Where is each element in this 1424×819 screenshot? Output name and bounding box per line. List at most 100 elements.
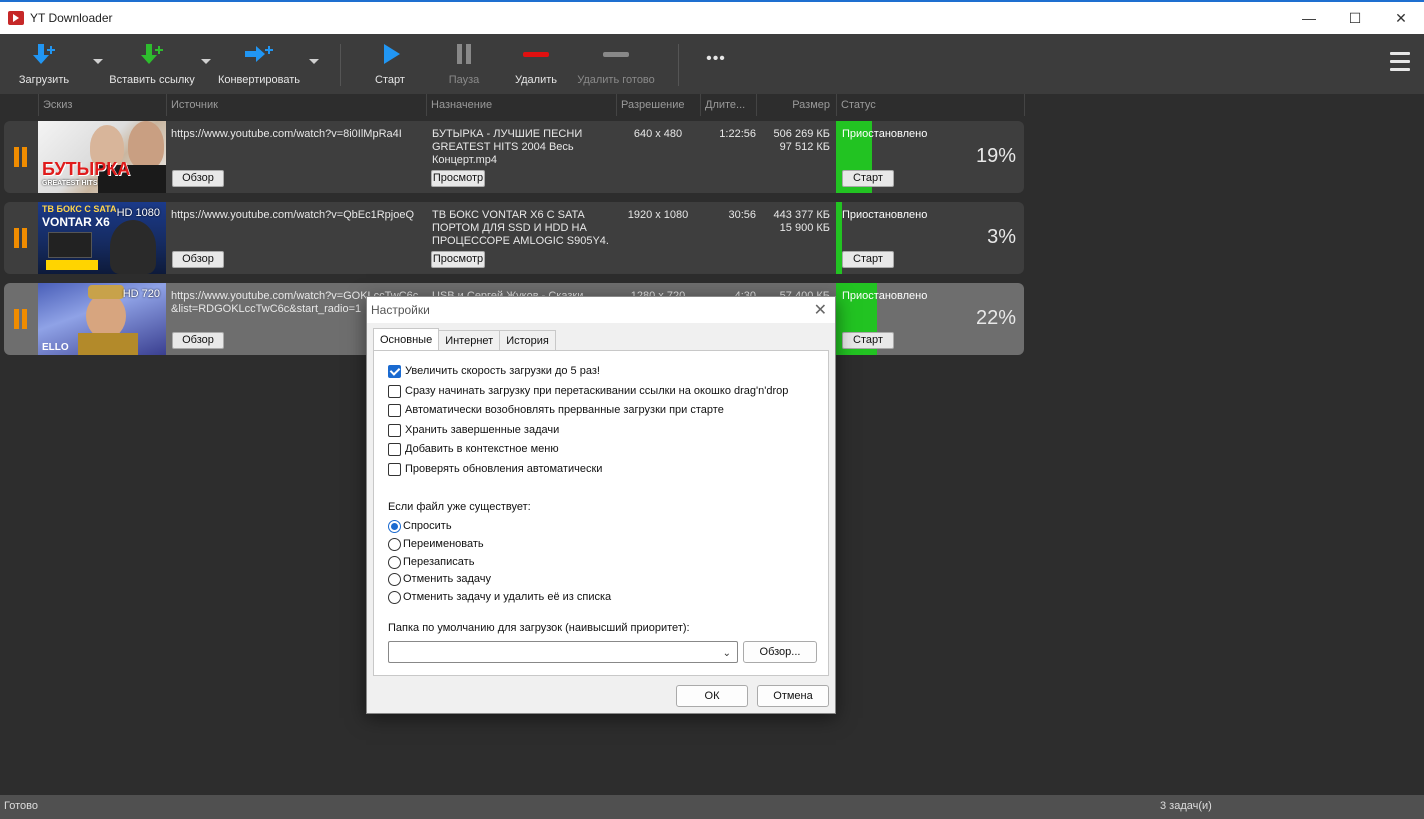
row-start-button[interactable]: Старт bbox=[842, 332, 894, 349]
radio-icon[interactable] bbox=[388, 519, 401, 533]
thumbnail-banner bbox=[46, 260, 98, 270]
pause-label: Пауза bbox=[448, 74, 480, 86]
checkbox-label: Проверять обновления автоматически bbox=[405, 463, 603, 475]
dialog-title: Настройки bbox=[367, 297, 835, 323]
tab-internet[interactable]: Интернет bbox=[438, 330, 501, 350]
column-headers: Эскиз Источник Назначение Разрешение Дли… bbox=[0, 94, 1424, 116]
checkbox-icon[interactable] bbox=[388, 462, 401, 476]
resolution: 640 x 480 bbox=[633, 128, 683, 140]
col-size[interactable]: Размер bbox=[756, 94, 836, 116]
thumbnail-hat bbox=[88, 285, 124, 299]
title-bar: YT Downloader — ☐ ✕ bbox=[0, 0, 1424, 34]
thumbnail-jacket bbox=[78, 333, 138, 355]
checkbox-label: Увеличить скорость загрузки до 5 раз! bbox=[405, 365, 600, 377]
convert-dropdown-icon[interactable] bbox=[309, 59, 319, 64]
checkbox-icon[interactable] bbox=[388, 403, 401, 417]
start-button[interactable]: Старт bbox=[368, 34, 412, 94]
default-folder-combo[interactable]: ⌄ bbox=[388, 641, 738, 663]
dialog-close-icon[interactable]: ✕ bbox=[814, 300, 827, 320]
thumbnail-caption: VONTAR X6 bbox=[42, 215, 110, 229]
progress-percent: 3% bbox=[987, 226, 1016, 248]
destination: БУТЫРКА - ЛУЧШИЕ ПЕСНИ GREATEST HITS 200… bbox=[432, 128, 618, 167]
tab-general[interactable]: Основные bbox=[373, 328, 440, 350]
tab-history[interactable]: История bbox=[499, 330, 556, 350]
col-resolution[interactable]: Разрешение bbox=[616, 94, 700, 116]
maximize-button[interactable]: ☐ bbox=[1332, 2, 1378, 34]
delete-done-label: Удалить готово bbox=[577, 74, 655, 86]
browse-button[interactable]: Обзор bbox=[172, 332, 224, 349]
paste-link-dropdown-icon[interactable] bbox=[201, 59, 211, 64]
delete-done-button[interactable]: Удалить готово bbox=[572, 34, 660, 94]
col-source[interactable]: Источник bbox=[166, 94, 426, 116]
preview-button[interactable]: Просмотр bbox=[431, 170, 485, 187]
pause-icon[interactable] bbox=[12, 309, 30, 329]
default-folder-label: Папка по умолчанию для загрузок (наивысш… bbox=[388, 622, 690, 634]
convert-button[interactable]: Конвертировать bbox=[214, 34, 304, 94]
status-bar: Готово 3 задач(и) bbox=[0, 795, 1424, 819]
minimize-button[interactable]: — bbox=[1286, 2, 1332, 34]
radio-rename[interactable]: Переименовать bbox=[388, 536, 484, 552]
checkbox-label: Сразу начинать загрузку при перетаскиван… bbox=[405, 385, 789, 397]
pause-button[interactable]: Пауза bbox=[442, 34, 486, 94]
radio-icon[interactable] bbox=[388, 572, 401, 586]
pause-icon[interactable] bbox=[12, 147, 30, 167]
duration: 30:56 bbox=[728, 209, 756, 221]
download-dropdown-icon[interactable] bbox=[93, 59, 103, 64]
browse-button[interactable]: Обзор bbox=[172, 251, 224, 268]
more-button[interactable]: ••• bbox=[696, 34, 736, 94]
pause-icon bbox=[444, 42, 484, 72]
resolution: 1920 x 1080 bbox=[627, 209, 689, 221]
row-start-button[interactable]: Старт bbox=[842, 251, 894, 268]
radio-label: Переименовать bbox=[403, 538, 484, 550]
delete-button[interactable]: Удалить bbox=[510, 34, 562, 94]
checkbox-icon[interactable] bbox=[388, 423, 401, 437]
checkbox-keep-completed[interactable]: Хранить завершенные задачи bbox=[388, 422, 559, 438]
window-title: YT Downloader bbox=[30, 11, 113, 25]
download-label: Загрузить bbox=[18, 74, 70, 86]
checkbox-icon[interactable] bbox=[388, 442, 401, 456]
checkbox-icon[interactable] bbox=[388, 384, 401, 398]
col-duration[interactable]: Длите... bbox=[700, 94, 756, 116]
chevron-down-icon[interactable]: ⌄ bbox=[723, 648, 731, 659]
table-row[interactable]: ТВ БОКС С SATA VONTAR X6 HD 1080 https:/… bbox=[4, 202, 1024, 274]
menu-icon[interactable] bbox=[1390, 52, 1410, 74]
source-url: https://www.youtube.com/watch?v=QbEc1Rpj… bbox=[171, 209, 415, 221]
destination-line: ТВ БОКС VONTAR X6 С SATA bbox=[432, 209, 585, 221]
radio-icon[interactable] bbox=[388, 537, 401, 551]
paste-link-button[interactable]: Вставить ссылку bbox=[106, 34, 198, 94]
col-dest[interactable]: Назначение bbox=[426, 94, 616, 116]
checkbox-label: Добавить в контекстное меню bbox=[405, 443, 559, 455]
checkbox-icon[interactable] bbox=[388, 364, 401, 378]
ok-button[interactable]: ОК bbox=[676, 685, 748, 707]
checkbox-speed-boost[interactable]: Увеличить скорость загрузки до 5 раз! bbox=[388, 363, 600, 379]
thumbnail-caption: GREATEST HITS bbox=[42, 180, 98, 187]
table-row[interactable]: БУТЫРКА GREATEST HITS https://www.youtub… bbox=[4, 121, 1024, 193]
folder-browse-button[interactable]: Обзор... bbox=[743, 641, 817, 663]
checkbox-auto-update[interactable]: Проверять обновления автоматически bbox=[388, 461, 602, 477]
row-start-button[interactable]: Старт bbox=[842, 170, 894, 187]
checkbox-auto-resume[interactable]: Автоматически возобновлять прерванные за… bbox=[388, 402, 724, 418]
radio-ask[interactable]: Спросить bbox=[388, 518, 452, 534]
col-thumb[interactable]: Эскиз bbox=[38, 94, 166, 116]
size: 506 269 КБ 97 512 КБ bbox=[756, 128, 830, 154]
radio-overwrite[interactable]: Перезаписать bbox=[388, 554, 474, 570]
download-button[interactable]: Загрузить bbox=[12, 34, 76, 94]
preview-button[interactable]: Просмотр bbox=[431, 251, 485, 268]
radio-icon[interactable] bbox=[388, 590, 401, 604]
radio-icon[interactable] bbox=[388, 555, 401, 569]
checkbox-context-menu[interactable]: Добавить в контекстное меню bbox=[388, 441, 559, 457]
start-label: Старт bbox=[375, 74, 405, 86]
close-window-button[interactable]: ✕ bbox=[1378, 2, 1424, 34]
col-status[interactable]: Статус bbox=[836, 94, 1024, 116]
size-done: 97 512 КБ bbox=[779, 141, 830, 153]
radio-cancel-remove[interactable]: Отменить задачу и удалить её из списка bbox=[388, 589, 611, 605]
status-text: Приостановлено bbox=[842, 209, 928, 221]
more-icon: ••• bbox=[706, 50, 726, 67]
radio-cancel-task[interactable]: Отменить задачу bbox=[388, 571, 491, 587]
hd-badge: HD 1080 bbox=[116, 207, 160, 219]
cancel-button[interactable]: Отмена bbox=[757, 685, 829, 707]
checkbox-drag-drop-start[interactable]: Сразу начинать загрузку при перетаскиван… bbox=[388, 383, 788, 399]
browse-button[interactable]: Обзор bbox=[172, 170, 224, 187]
progress-percent: 22% bbox=[975, 307, 1016, 329]
pause-icon[interactable] bbox=[12, 228, 30, 248]
